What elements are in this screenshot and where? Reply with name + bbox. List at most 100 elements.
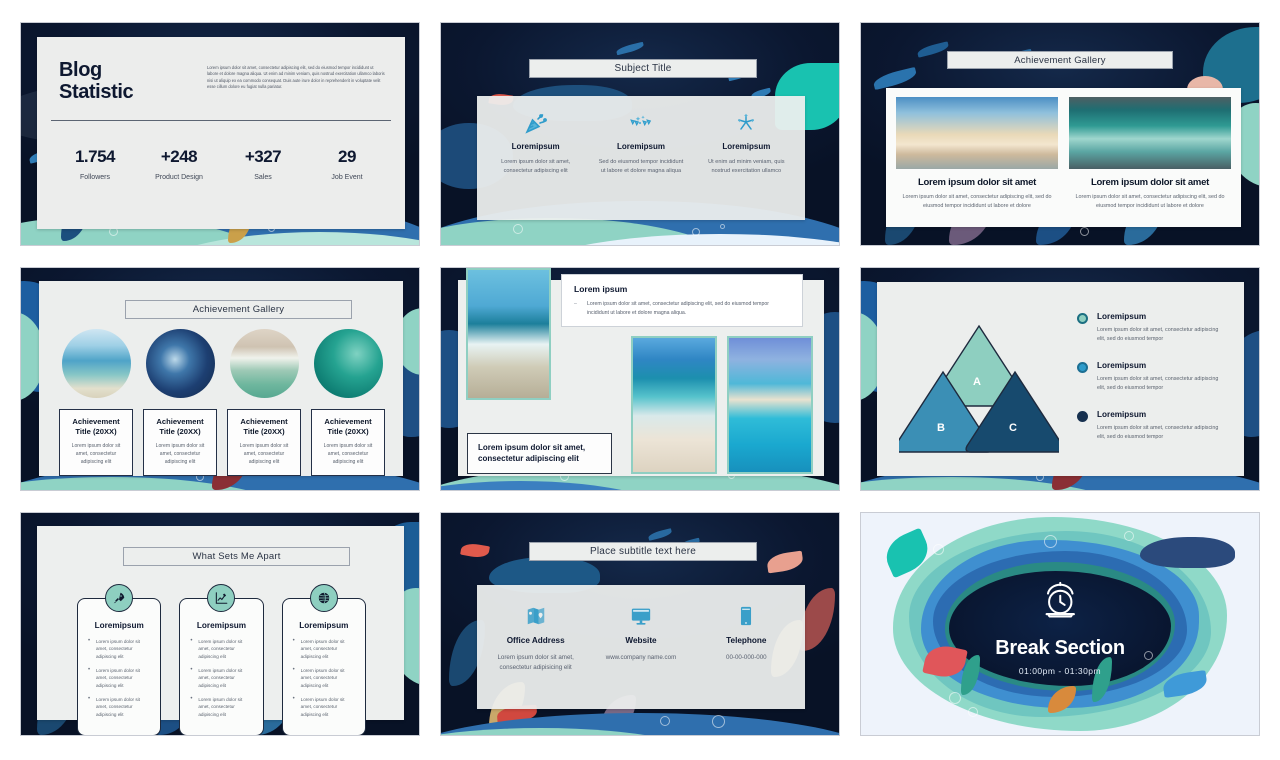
- gallery-card[interactable]: Achievement Title (20XX) Lorem ipsum dol…: [227, 329, 301, 476]
- triangle-label-a: A: [973, 376, 981, 388]
- contact-column: Telephone 00-00-000-000: [694, 603, 799, 691]
- feature-column: Loremipsum Lorem ipsum dolor sit amet, c…: [483, 110, 588, 206]
- gallery-heading: Achievement Title (20XX): [156, 417, 204, 437]
- legend-item: Loremipsum Lorem ipsum dolor sit amet, c…: [1077, 410, 1228, 442]
- bunting-flags-icon: [596, 110, 685, 136]
- gallery-text: Lorem ipsum dolor sit amet, consectetur …: [902, 194, 1052, 209]
- legend-heading: Loremipsum: [1097, 312, 1147, 321]
- slide-title: Place subtitle text here: [529, 542, 757, 561]
- gallery-heading: Lorem ipsum dolor sit amet: [917, 177, 1037, 188]
- feature-column[interactable]: Loremipsum Lorem ipsum dolor sit amet, c…: [77, 584, 162, 735]
- gallery-card[interactable]: Achievement Title (20XX) Lorem ipsum dol…: [311, 329, 385, 476]
- feature-panel: Loremipsum Lorem ipsum dolor sit amet, c…: [477, 96, 805, 220]
- contact-heading: Office Address: [506, 636, 565, 645]
- slide-title: What Sets Me Apart: [123, 547, 350, 566]
- gallery-text: Lorem ipsum dolor sit amet, consectetur …: [1075, 194, 1225, 209]
- feature-text: Lorem ipsum dolor sit amet, consectetur …: [501, 159, 571, 175]
- feature-column: Loremipsum Sed do eiusmod tempor incidid…: [588, 110, 693, 206]
- dash-bullet-icon: –: [574, 301, 577, 307]
- feature-text: Ut enim ad minim veniam, quis nostrud ex…: [708, 159, 785, 175]
- teal-surf-photo: [313, 329, 383, 398]
- feature-column[interactable]: Loremipsum Lorem ipsum dolor sit amet, c…: [281, 584, 366, 735]
- contact-heading: Website: [625, 636, 657, 645]
- gallery-text: Lorem ipsum dolor sit amet, consectetur …: [71, 443, 121, 465]
- legend-dot-icon: [1077, 361, 1088, 373]
- diagram-surface: A B C Loremipsum Lorem ipsum dolor sit a…: [877, 282, 1244, 476]
- feature-bullets: Lorem ipsum dolor sit amet, consectetur …: [189, 637, 253, 718]
- triangle-label-b: B: [937, 422, 945, 434]
- slide-title: Subject Title: [529, 59, 757, 78]
- contact-text: www.company name.com: [605, 654, 677, 661]
- gallery-card[interactable]: Lorem ipsum dolor sit amet Lorem ipsum d…: [1069, 97, 1231, 211]
- gallery-text: Lorem ipsum dolor sit amet, consectetur …: [155, 443, 205, 465]
- feature-bullets: Lorem ipsum dolor sit amet, consectetur …: [87, 637, 151, 718]
- beach-sunset-birds-photo: [896, 97, 1058, 169]
- gallery-card[interactable]: Achievement Title (20XX) Lorem ipsum dol…: [59, 329, 133, 476]
- slide-blog-statistic[interactable]: Blog Statistic Lorem ipsum dolor sit amet…: [20, 22, 420, 246]
- statistic-card: Blog Statistic Lorem ipsum dolor sit amet…: [37, 37, 405, 229]
- contact-text: 00-00-000-000: [726, 654, 767, 661]
- feature-heading: Loremipsum: [616, 142, 665, 151]
- break-content: Break Section 01:00pm - 01:30pm: [995, 580, 1125, 676]
- stat-item: 29 Job Event: [331, 146, 363, 181]
- alarm-clock-icon: [995, 580, 1125, 629]
- slide-what-sets-me-apart[interactable]: What Sets Me Apart Loremipsum • Lorem ip…: [20, 512, 420, 736]
- intro-paragraph: Lorem ipsum dolor sit amet, consectetur …: [207, 65, 385, 90]
- feature-heading: Loremipsum: [299, 621, 349, 630]
- turquoise-lagoon-photo: [727, 336, 813, 474]
- map-location-icon: [489, 603, 582, 629]
- slide-contact[interactable]: Place subtitle text here Office Address: [440, 512, 840, 736]
- note-bullet: – Lorem ipsum dolor sit amet, consectetu…: [574, 301, 769, 316]
- features-surface: What Sets Me Apart Loremipsum • Lorem ip…: [37, 526, 404, 735]
- slide-triangle-diagram[interactable]: A B C Loremipsum Lorem ipsum dolor sit a…: [860, 267, 1260, 491]
- slide-achievement-gallery-four-up[interactable]: Achievement Gallery Achievement Title (2…: [20, 267, 420, 491]
- break-heading: Break Section: [995, 637, 1125, 660]
- legend-text: Lorem ipsum dolor sit amet, consectetur …: [1097, 424, 1219, 440]
- contact-heading: Telephone: [726, 636, 767, 645]
- gallery-row: Achievement Title (20XX) Lorem ipsum dol…: [59, 329, 385, 476]
- slide-achievement-gallery-two-up[interactable]: Achievement Gallery Lorem ipsum dolor si…: [860, 22, 1260, 246]
- gallery-heading: Achievement Title (20XX): [324, 417, 372, 437]
- feature-column[interactable]: Loremipsum Lorem ipsum dolor sit amet, c…: [179, 584, 264, 735]
- legend-dot-icon: [1077, 313, 1088, 324]
- desktop-monitor-icon: [594, 603, 687, 629]
- gallery-card[interactable]: Achievement Title (20XX) Lorem ipsum dol…: [143, 329, 217, 476]
- legend-dot-icon: [1077, 410, 1088, 422]
- gallery-text: Lorem ipsum dolor sit amet, consectetur …: [239, 443, 289, 465]
- collage-caption: Lorem ipsum dolor sit amet, consectetur …: [467, 433, 612, 474]
- gallery-heading: Achievement Title (20XX): [240, 417, 288, 437]
- legend-list: Loremipsum Lorem ipsum dolor sit amet, c…: [1077, 312, 1228, 458]
- feature-column: Loremipsum Ut enim ad minim veniam, quis…: [694, 110, 799, 206]
- legend-heading: Loremipsum: [1097, 360, 1147, 370]
- legend-text: Lorem ipsum dolor sit amet, consectetur …: [1097, 375, 1219, 391]
- surfer-barrel-wave-photo: [145, 329, 215, 398]
- triangle-group: A B C: [893, 314, 1065, 456]
- slide-subject-title[interactable]: Subject Title Loremipsum Lorem ipsum dol…: [440, 22, 840, 246]
- white-sand-beach-photo: [631, 336, 717, 474]
- beach-crowd-photo: [61, 329, 131, 398]
- gallery-card[interactable]: Lorem ipsum dolor sit amet Lorem ipsum d…: [896, 97, 1058, 211]
- slide-break-section[interactable]: Break Section 01:00pm - 01:30pm: [860, 512, 1260, 736]
- aerial-shoreline-photo: [229, 329, 299, 398]
- gallery-heading: Lorem ipsum dolor sit amet: [1090, 177, 1210, 188]
- page-title: Blog Statistic: [59, 59, 134, 104]
- feature-heading: Loremipsum: [196, 621, 247, 630]
- feature-text: Sed do eiusmod tempor incididunt ut labo…: [598, 159, 684, 175]
- shore-wave-photo: [466, 268, 551, 400]
- contact-column: Website www.company name.com: [588, 603, 693, 691]
- slide-photo-collage[interactable]: Lorem ipsum – Lorem ipsum dolor sit amet…: [440, 267, 840, 491]
- slide-title: Achievement Gallery: [947, 51, 1173, 69]
- legend-item: Loremipsum Lorem ipsum dolor sit amet, c…: [1077, 312, 1228, 344]
- feature-bullets: Lorem ipsum dolor sit amet, consectetur …: [292, 637, 356, 718]
- chart-pencil-icon: [207, 584, 236, 612]
- note-heading: Lorem ipsum: [574, 284, 628, 294]
- ocean-wave-photo: [1069, 97, 1231, 169]
- feature-heading: Loremipsum: [94, 621, 144, 630]
- slide-title: Achievement Gallery: [125, 300, 352, 319]
- gallery-heading: Achievement Title (20XX): [72, 417, 120, 437]
- globe-target-icon: [309, 584, 338, 612]
- gallery-card-surface: Achievement Gallery Achievement Title (2…: [39, 281, 403, 476]
- stat-item: +327 Sales: [244, 146, 282, 181]
- gallery-text: Lorem ipsum dolor sit amet, consectetur …: [323, 443, 373, 465]
- party-popper-icon: [491, 110, 580, 136]
